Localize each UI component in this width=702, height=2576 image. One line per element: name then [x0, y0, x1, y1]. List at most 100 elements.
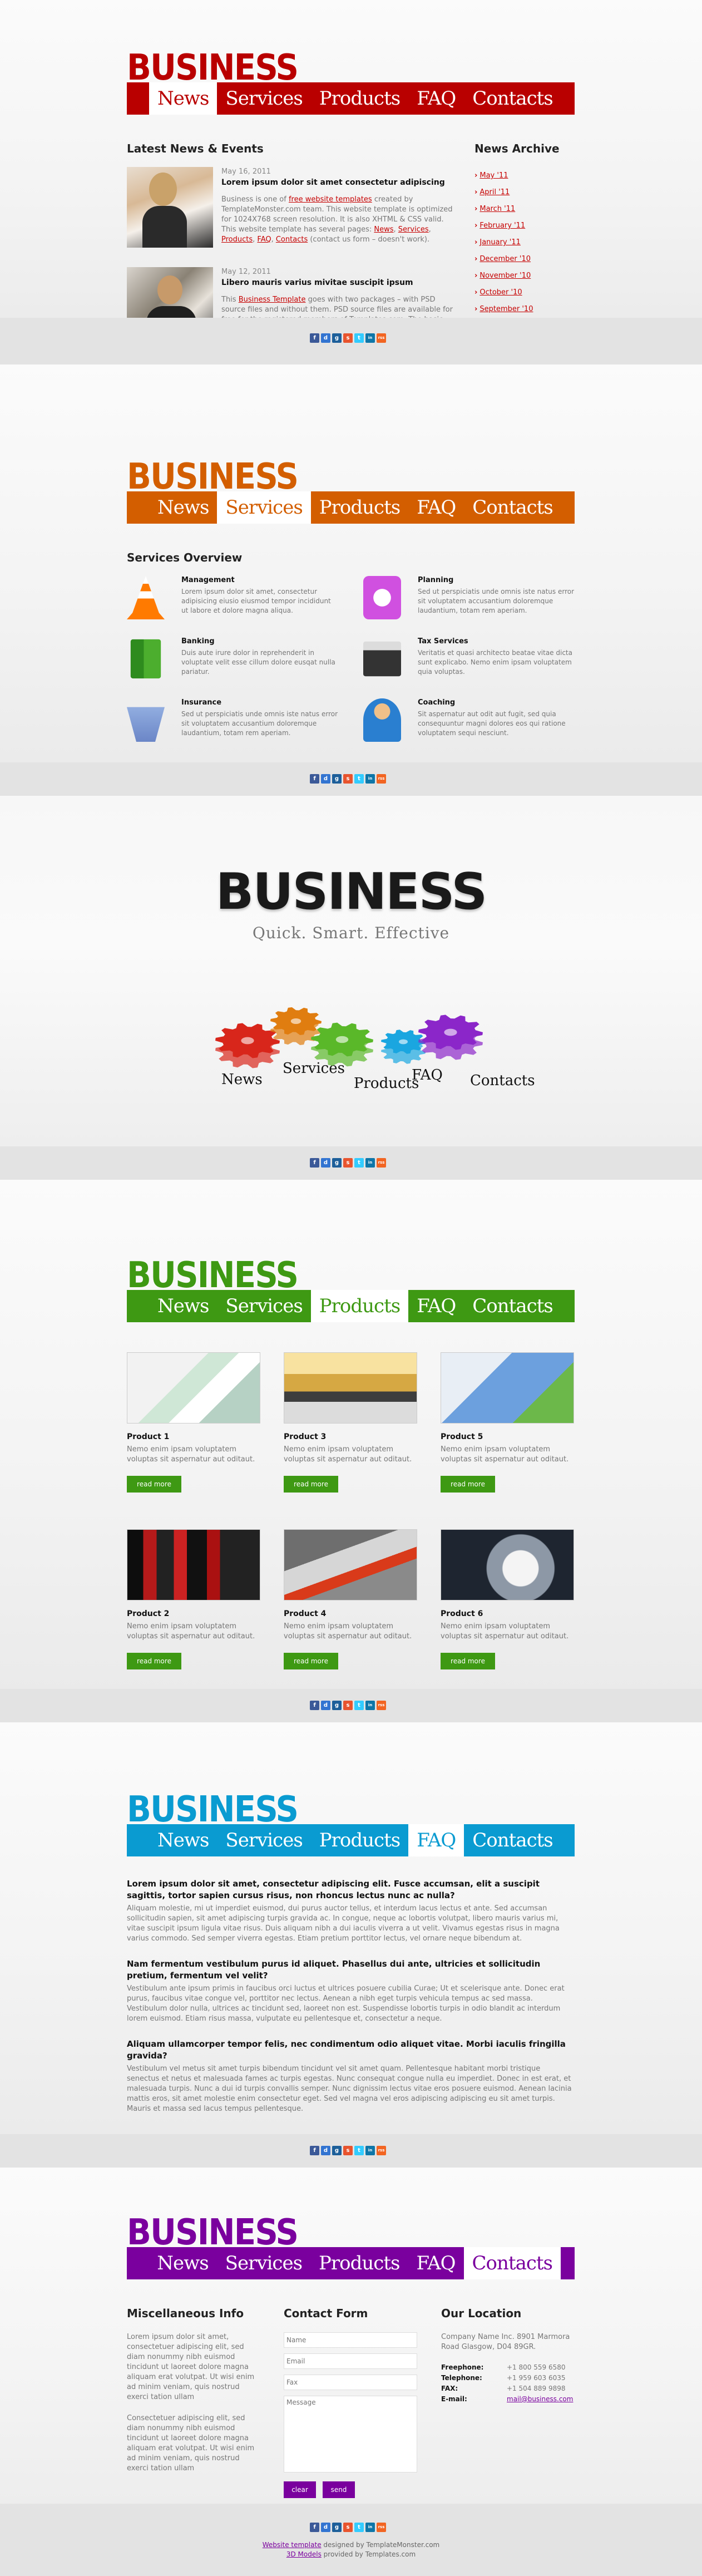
- delicious-icon[interactable]: d: [321, 2146, 330, 2155]
- stumbleupon-icon[interactable]: s: [343, 333, 353, 343]
- menu-item-services[interactable]: Services: [217, 82, 311, 115]
- rss-icon[interactable]: rss: [377, 2146, 386, 2155]
- menu-item-contacts[interactable]: Contacts: [464, 82, 561, 115]
- twitter-icon[interactable]: t: [354, 1158, 364, 1168]
- service-title[interactable]: Tax Services: [418, 637, 468, 646]
- linkedin-icon[interactable]: in: [365, 2146, 375, 2155]
- menu-item-news[interactable]: News: [149, 491, 217, 524]
- news-headline[interactable]: Lorem ipsum dolor sit amet consectetur a…: [221, 177, 455, 188]
- menu-item-contacts[interactable]: Contacts: [464, 1824, 561, 1856]
- facebook-icon[interactable]: f: [310, 333, 319, 343]
- archive-item[interactable]: › February '11: [474, 218, 575, 234]
- digg-icon[interactable]: g: [332, 2146, 342, 2155]
- menu-item-contacts[interactable]: Contacts: [463, 2247, 561, 2279]
- read-more-button[interactable]: read more: [127, 1476, 181, 1493]
- menu-item-services[interactable]: Services: [217, 1290, 311, 1322]
- gear-label[interactable]: Contacts: [470, 1072, 535, 1089]
- read-more-button[interactable]: read more: [284, 1476, 338, 1493]
- gauge-image[interactable]: [441, 1529, 574, 1600]
- stumbleupon-icon[interactable]: s: [343, 2146, 353, 2155]
- rss-icon[interactable]: rss: [377, 1158, 386, 1168]
- archive-item[interactable]: › May '11: [474, 168, 575, 184]
- facebook-icon[interactable]: f: [310, 2523, 319, 2532]
- menu-item-contacts[interactable]: Contacts: [464, 491, 561, 524]
- name-field[interactable]: [284, 2332, 417, 2348]
- menu-item-products[interactable]: Products: [310, 2247, 408, 2279]
- archive-item[interactable]: › September '10: [474, 301, 575, 318]
- linkedin-icon[interactable]: in: [365, 774, 375, 784]
- menu-item-faq[interactable]: FAQ: [408, 1290, 464, 1322]
- link-services[interactable]: Services: [398, 225, 429, 234]
- twitter-icon[interactable]: t: [354, 1701, 364, 1710]
- facebook-icon[interactable]: f: [310, 1701, 319, 1710]
- rss-icon[interactable]: rss: [377, 333, 386, 343]
- menu-item-contacts[interactable]: Contacts: [464, 1290, 561, 1322]
- website-template-link[interactable]: Website template: [263, 2541, 322, 2549]
- menu-item-faq[interactable]: FAQ: [408, 82, 464, 115]
- declining-bars-image[interactable]: [127, 1529, 260, 1600]
- digg-icon[interactable]: g: [332, 1701, 342, 1710]
- read-more-button[interactable]: read more: [441, 1476, 495, 1493]
- facebook-icon[interactable]: f: [310, 2146, 319, 2155]
- menu-item-products[interactable]: Products: [310, 82, 409, 115]
- menu-item-news[interactable]: News: [149, 1824, 217, 1856]
- archive-item[interactable]: › March '11: [474, 201, 575, 218]
- facebook-icon[interactable]: f: [310, 1158, 319, 1168]
- menu-item-news[interactable]: News: [149, 1290, 217, 1322]
- link-products[interactable]: Products: [221, 235, 253, 244]
- delicious-icon[interactable]: d: [321, 1158, 330, 1168]
- delicious-icon[interactable]: d: [321, 333, 330, 343]
- read-more-button[interactable]: read more: [127, 1653, 181, 1669]
- read-more-button[interactable]: read more: [441, 1653, 495, 1669]
- stumbleupon-icon[interactable]: s: [343, 1701, 353, 1710]
- fax-field[interactable]: [284, 2375, 417, 2390]
- link-news[interactable]: News: [374, 225, 393, 234]
- linkedin-icon[interactable]: in: [365, 1158, 375, 1168]
- service-title[interactable]: Insurance: [181, 698, 221, 707]
- email-field[interactable]: [284, 2353, 417, 2369]
- rss-icon[interactable]: rss: [377, 2523, 386, 2532]
- product-title[interactable]: Product 5: [441, 1432, 483, 1441]
- archive-item[interactable]: › December '10: [474, 251, 575, 268]
- menu-item-services[interactable]: Services: [217, 491, 311, 524]
- news-headline[interactable]: Libero mauris varius mivitae suscipit ip…: [221, 277, 455, 288]
- send-button[interactable]: send: [323, 2481, 355, 2498]
- delicious-icon[interactable]: d: [321, 774, 330, 784]
- stumbleupon-icon[interactable]: s: [343, 1158, 353, 1168]
- facebook-icon[interactable]: f: [310, 774, 319, 784]
- free-templates-link[interactable]: free website templates: [289, 195, 372, 204]
- twitter-icon[interactable]: t: [354, 2146, 364, 2155]
- archive-item[interactable]: › January '11: [474, 234, 575, 251]
- menu-item-services[interactable]: Services: [217, 1824, 311, 1856]
- logo[interactable]: BUSINESS: [127, 50, 299, 86]
- twitter-icon[interactable]: t: [354, 774, 364, 784]
- menu-item-products[interactable]: Products: [310, 1290, 409, 1322]
- logo[interactable]: BUSINESS: [127, 1258, 299, 1293]
- 3d-models-link[interactable]: 3D Models: [286, 2550, 322, 2558]
- stumbleupon-icon[interactable]: s: [343, 774, 353, 784]
- service-title[interactable]: Coaching: [418, 698, 455, 707]
- link-contacts[interactable]: Contacts: [276, 235, 308, 244]
- menu-item-products[interactable]: Products: [310, 491, 409, 524]
- archive-item[interactable]: › April '11: [474, 184, 575, 201]
- gear-news[interactable]: News: [215, 1023, 280, 1088]
- stumbleupon-icon[interactable]: s: [343, 2523, 353, 2532]
- menu-item-faq[interactable]: FAQ: [408, 491, 464, 524]
- menu-item-news[interactable]: News: [149, 82, 217, 115]
- digg-icon[interactable]: g: [332, 2523, 342, 2532]
- menu-item-services[interactable]: Services: [216, 2247, 311, 2279]
- rss-icon[interactable]: rss: [377, 1701, 386, 1710]
- linkedin-icon[interactable]: in: [365, 333, 375, 343]
- message-field[interactable]: [284, 2396, 417, 2472]
- digg-icon[interactable]: g: [332, 774, 342, 784]
- business-template-link[interactable]: Business Template: [239, 295, 306, 304]
- service-title[interactable]: Banking: [181, 637, 215, 646]
- logo[interactable]: BUSINESS: [127, 1792, 299, 1828]
- twitter-icon[interactable]: t: [354, 333, 364, 343]
- chart-image[interactable]: [127, 1352, 260, 1424]
- twitter-icon[interactable]: t: [354, 2523, 364, 2532]
- menu-item-products[interactable]: Products: [310, 1824, 409, 1856]
- cubes-hand-image[interactable]: [441, 1352, 574, 1424]
- archive-item[interactable]: › November '10: [474, 268, 575, 284]
- gear-label[interactable]: FAQ: [412, 1067, 443, 1083]
